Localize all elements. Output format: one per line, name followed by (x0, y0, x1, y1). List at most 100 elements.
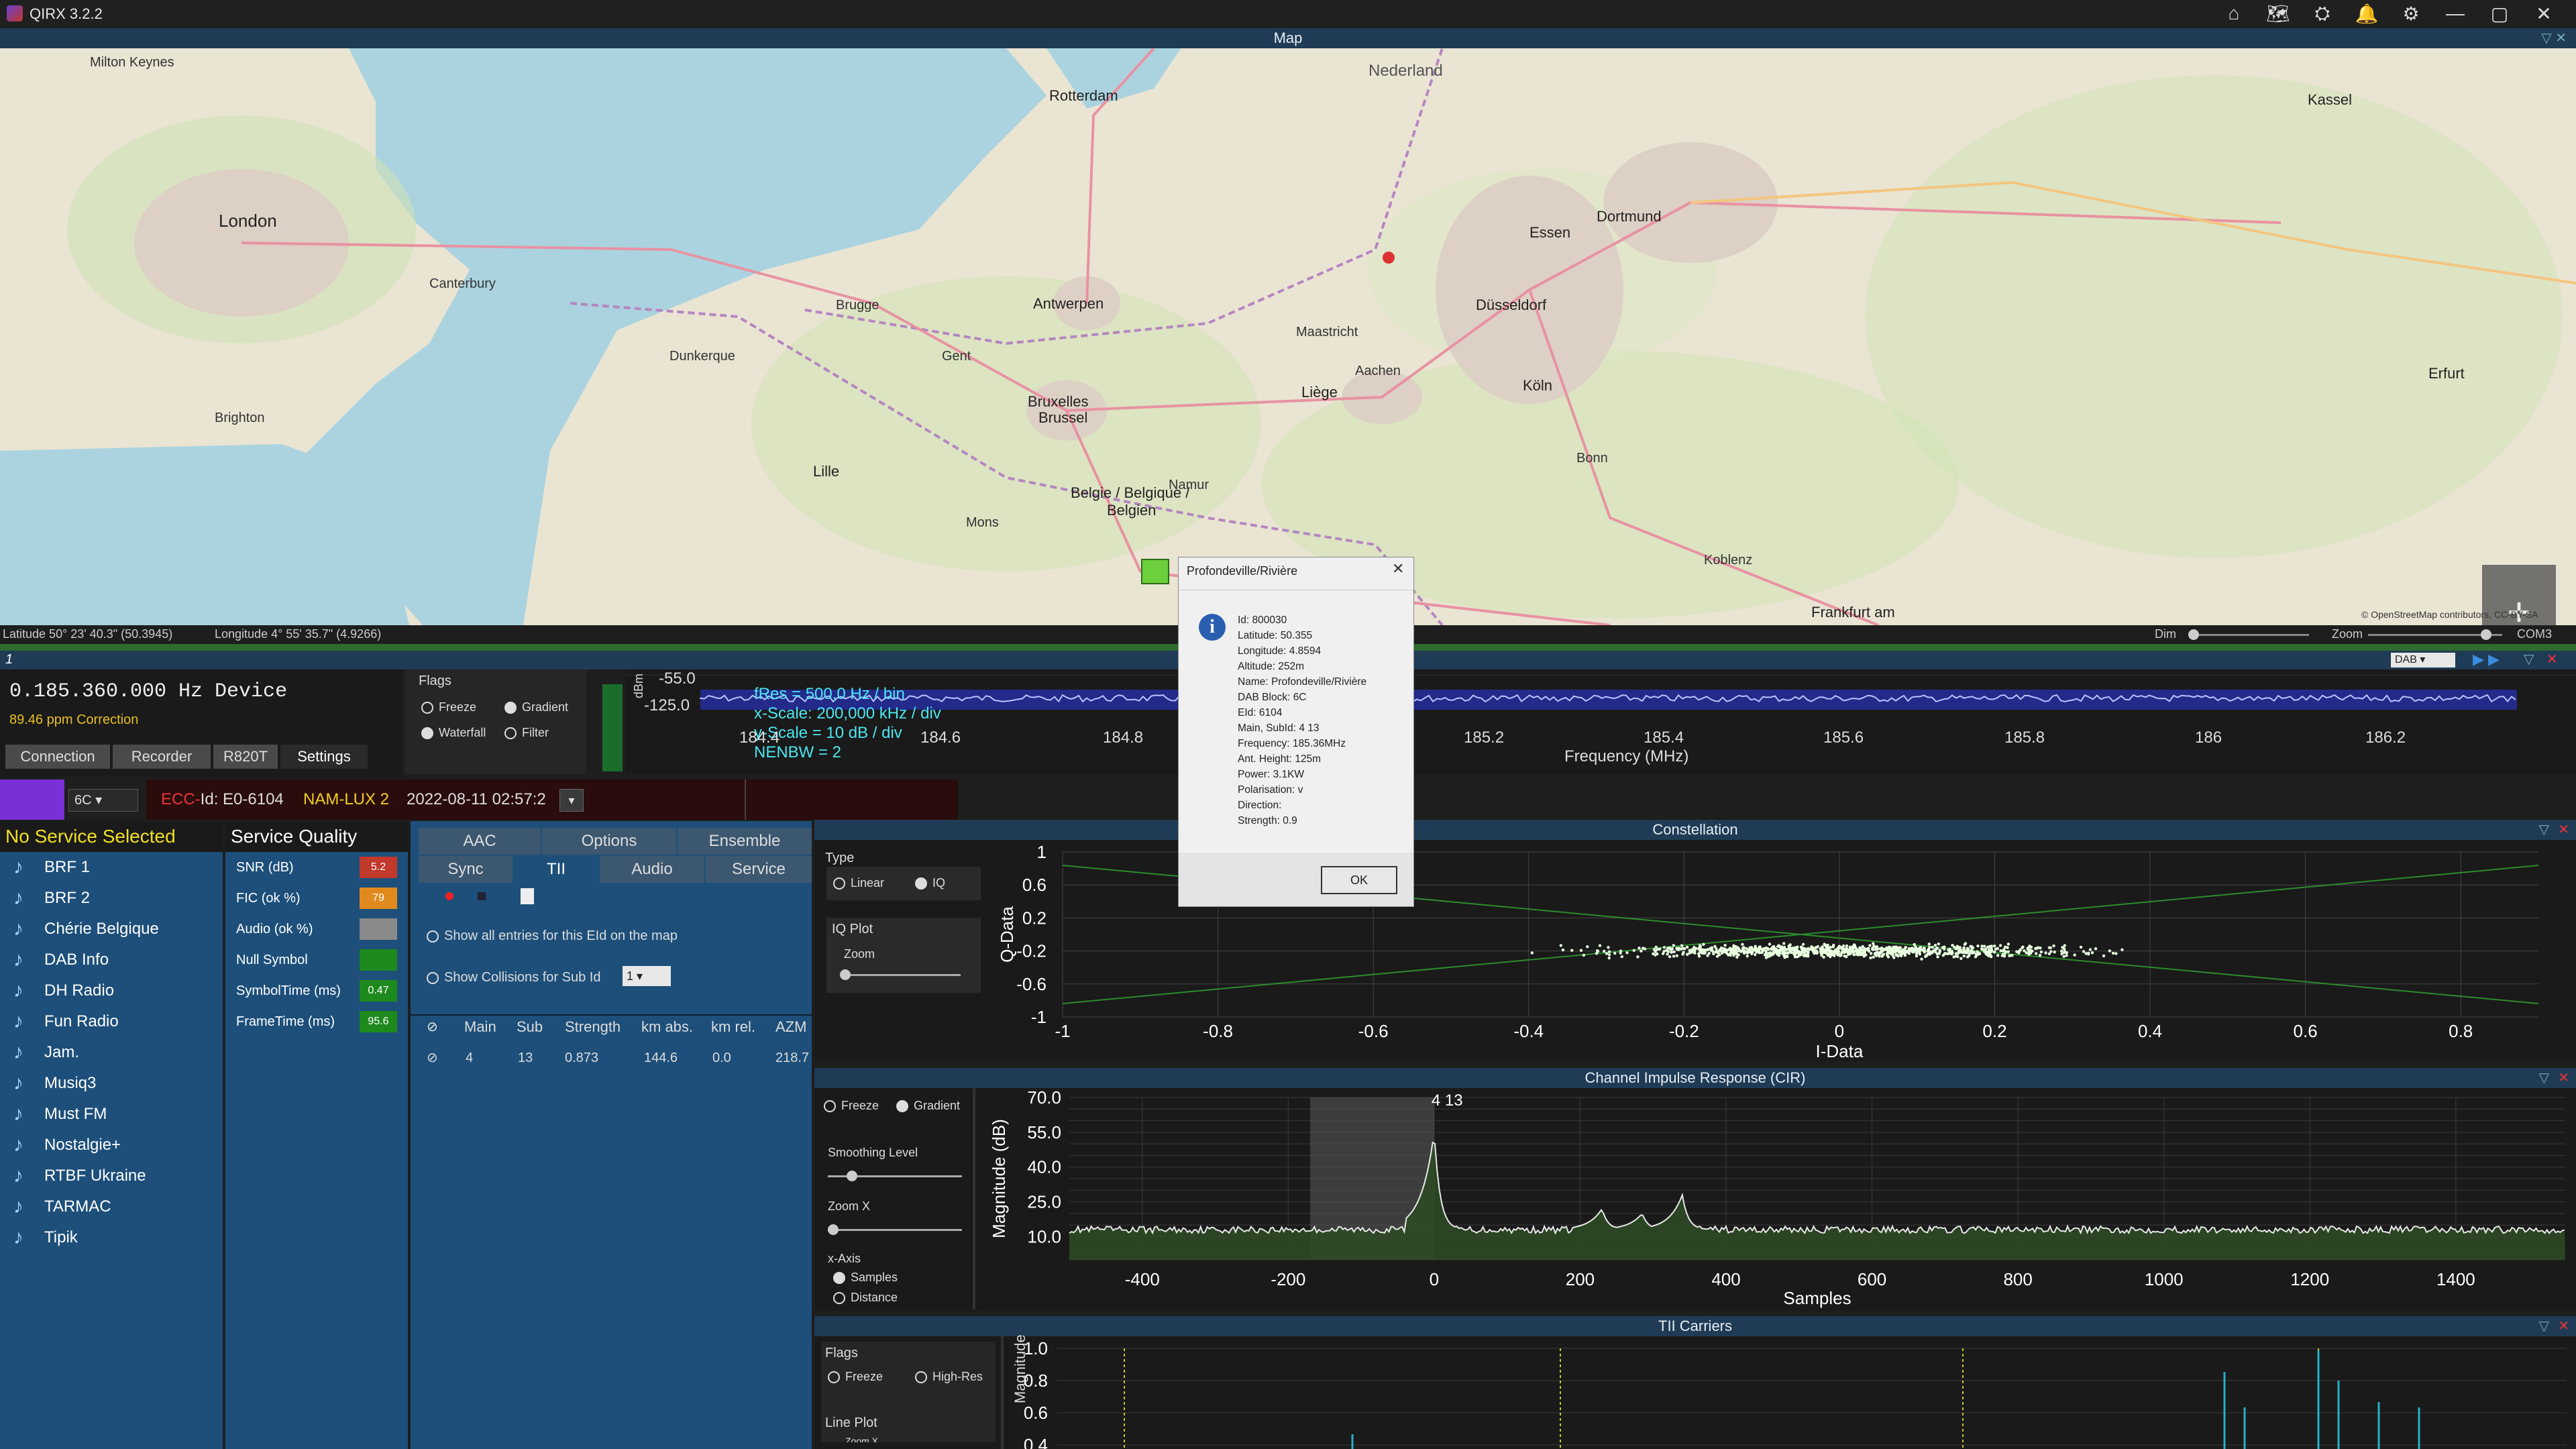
show-collisions-option[interactable]: Show Collisions for Sub Id (427, 970, 600, 985)
service-item[interactable]: ♪ DH Radio (0, 975, 223, 1006)
play-icon[interactable]: ▶ ▶ (2473, 651, 2500, 668)
tab-r820t[interactable]: R820T (213, 745, 278, 769)
tab-tii[interactable]: TII (514, 856, 598, 883)
dim-slider[interactable] (2188, 629, 2309, 640)
close-icon[interactable]: ✕ (2546, 651, 2558, 667)
cir-plot[interactable]: 70.0 55.0 40.0 25.0 10.0 -400 -200 0 200 400 600 80… (975, 1088, 2576, 1311)
close-icon[interactable]: ✕ (2558, 820, 2569, 840)
service-item[interactable]: ♪ Chérie Belgique (0, 914, 223, 945)
close-button[interactable]: ✕ (2530, 3, 2557, 25)
service-item[interactable]: ♪ BRF 1 (0, 852, 223, 883)
constellation-x-tick: 0.6 (2294, 1021, 2318, 1041)
service-item[interactable]: ♪ Nostalgie+ (0, 1130, 223, 1161)
iq-point (1793, 955, 1797, 959)
tab-connection[interactable]: Connection (5, 745, 110, 769)
map-view[interactable]: ✛ Milton Keynes London Brighton Rotterda… (0, 48, 2576, 625)
service-item[interactable]: ♪ Tipik (0, 1222, 223, 1253)
tii-freeze-checkbox[interactable]: Freeze (828, 1370, 883, 1384)
iq-point (1702, 943, 1705, 947)
cir-x-tick: 200 (1566, 1269, 1595, 1289)
close-icon[interactable]: ✕ (2558, 1316, 2569, 1336)
show-all-entries-option[interactable]: Show all entries for this EId on the map (427, 928, 678, 944)
tii-carriers-plot[interactable]: 1.00.80.60.4 (1004, 1336, 2576, 1449)
collapse-icon[interactable]: ▽ (2524, 651, 2534, 667)
gear-icon[interactable]: ⚙ (2398, 3, 2424, 25)
iq-zoom-slider[interactable] (840, 969, 961, 980)
service-item[interactable]: ♪ BRF 2 (0, 883, 223, 914)
collapse-icon[interactable]: ▽ (2539, 1068, 2549, 1088)
map-label: Namur (1169, 478, 1210, 492)
minimize-button[interactable]: — (2442, 3, 2469, 24)
service-item[interactable]: ♪ TARMAC (0, 1191, 223, 1222)
tii-ylabel: Magnitude (1012, 1334, 1028, 1403)
samples-radio[interactable]: Samples (833, 1271, 898, 1285)
distance-radio[interactable]: Distance (833, 1291, 898, 1305)
maximize-button[interactable]: ▢ (2486, 3, 2513, 25)
frequency-display[interactable]: 0.185.360.000 Hz Device (9, 680, 287, 703)
cir-freeze-checkbox[interactable]: Freeze (824, 1099, 879, 1113)
iq-point (2065, 954, 2068, 957)
tab-sync[interactable]: Sync (419, 856, 513, 883)
close-icon[interactable]: ✕ (2558, 1068, 2569, 1088)
subid-select[interactable]: 1 ▾ (623, 966, 671, 986)
datetime-dropdown[interactable]: ▾ (559, 789, 584, 812)
map-attribution[interactable]: © OpenStreetMap contributors, CC-BY-SA (2361, 609, 2538, 620)
tab-audio[interactable]: Audio (600, 856, 704, 883)
cir-zoomx-slider[interactable] (828, 1224, 962, 1235)
zoom-slider[interactable] (2368, 629, 2502, 640)
map-canvas[interactable]: ✛ (0, 48, 2576, 625)
smoothing-slider[interactable] (828, 1171, 962, 1181)
record-icon[interactable] (445, 892, 453, 900)
map-icon[interactable]: 🗺 (2265, 3, 2292, 25)
waterfall-checkbox[interactable]: Waterfall (421, 726, 486, 740)
iq-point (1967, 954, 1971, 957)
freeze-label: Freeze (439, 700, 477, 714)
file-icon[interactable] (521, 888, 534, 904)
dialog-close-icon[interactable]: ✕ (1392, 560, 1404, 578)
service-item[interactable]: ♪ DAB Info (0, 945, 223, 975)
row-check-icon[interactable]: ⊘ (427, 1049, 438, 1066)
map-label: Bruxelles (1028, 393, 1089, 410)
service-item[interactable]: ♪ Fun Radio (0, 1006, 223, 1037)
collapse-icon[interactable]: ▽ ✕ (2541, 28, 2567, 48)
tab-options[interactable]: Options (542, 828, 676, 855)
table-row[interactable]: ⊘ 4 13 0.873 144.6 0.0 218.7 (411, 1044, 812, 1071)
tab-ensemble[interactable]: Ensemble (678, 828, 812, 855)
tab-settings[interactable]: Settings (280, 745, 368, 769)
iq-point (2017, 950, 2021, 953)
collapse-icon[interactable]: ▽ (2539, 1316, 2549, 1336)
iq-point (1974, 955, 1978, 959)
iq-radio[interactable]: IQ (915, 876, 945, 890)
zoom-label: Zoom (2332, 627, 2363, 641)
map-label: Düsseldorf (1476, 297, 1547, 313)
spectrum-plot[interactable]: -55.0 -125.0 dBm fRes = 500,0 Hz / bin x… (625, 669, 2576, 774)
iq-point (1868, 944, 1872, 947)
stop-icon[interactable] (478, 892, 486, 900)
iq-point (2053, 951, 2056, 954)
service-item[interactable]: ♪ Jam. (0, 1037, 223, 1068)
cir-gradient-checkbox[interactable]: Gradient (896, 1099, 960, 1113)
linear-radio[interactable]: Linear (833, 876, 884, 890)
service-item[interactable]: ♪ Musiq3 (0, 1068, 223, 1099)
tii-highres-checkbox[interactable]: High-Res (915, 1370, 983, 1384)
bell-icon[interactable]: 🔔 (2353, 3, 2380, 25)
iq-point (1831, 945, 1835, 949)
iq-point (1758, 951, 1762, 955)
mode-select[interactable]: DAB ▾ (2391, 653, 2455, 667)
service-item[interactable]: ♪ RTBF Ukraine (0, 1161, 223, 1191)
iq-point (1782, 954, 1786, 957)
tab-recorder[interactable]: Recorder (113, 745, 211, 769)
freeze-checkbox[interactable]: Freeze (421, 700, 476, 714)
home-icon[interactable]: ⌂ (2220, 3, 2247, 24)
service-item[interactable]: ♪ Must FM (0, 1099, 223, 1130)
filter-label: Filter (522, 726, 549, 739)
block-select[interactable]: 6C ▾ (68, 789, 138, 812)
filter-checkbox[interactable]: Filter (504, 726, 549, 740)
tab-aac[interactable]: AAC (419, 828, 541, 855)
tab-service[interactable]: Service (706, 856, 812, 883)
iq-point (1837, 947, 1841, 950)
gradient-checkbox[interactable]: Gradient (504, 700, 568, 714)
antenna-icon[interactable]: ⛭ (2309, 3, 2336, 25)
collapse-icon[interactable]: ▽ (2539, 820, 2549, 840)
ok-button[interactable]: OK (1321, 866, 1397, 894)
